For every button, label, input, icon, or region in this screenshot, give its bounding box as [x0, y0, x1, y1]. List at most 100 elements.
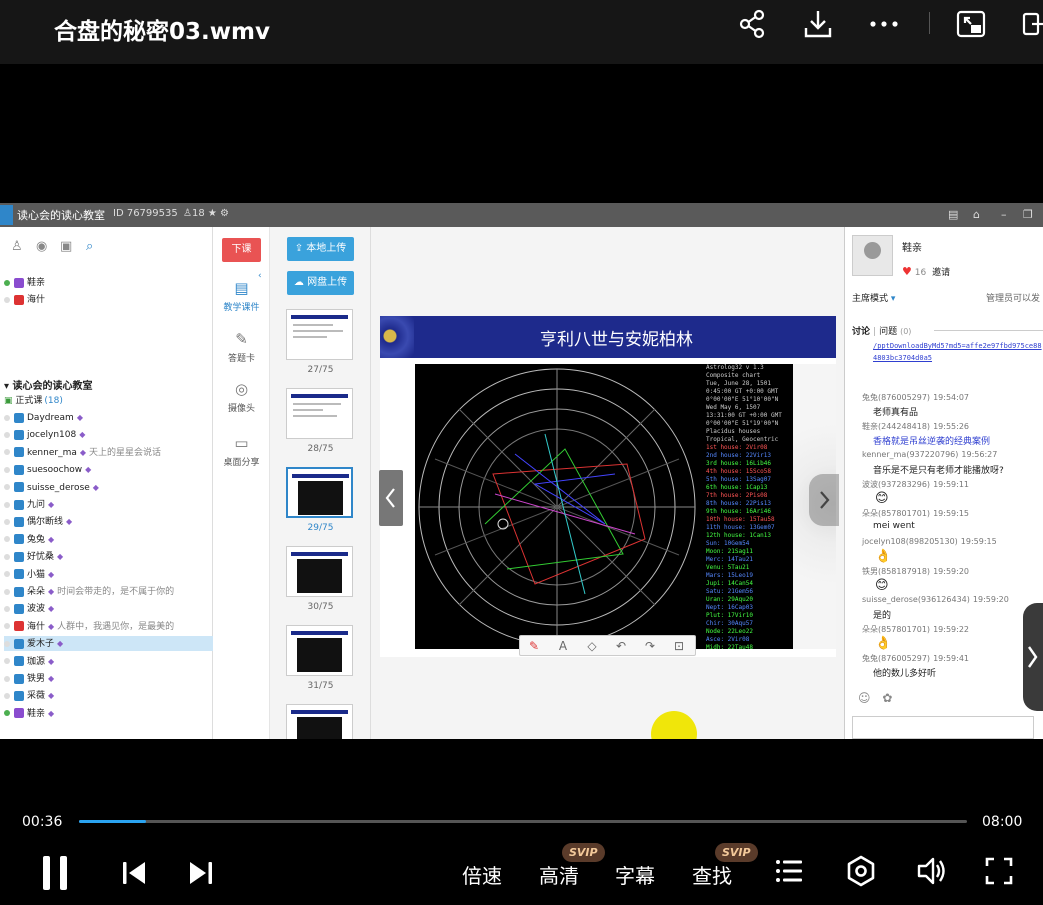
chat-sender[interactable]: 兔兔: [862, 654, 878, 663]
subtitle-button[interactable]: 字幕: [615, 860, 655, 889]
location-tab-icon[interactable]: ◉: [36, 239, 47, 254]
tab-discuss[interactable]: 讨论: [852, 327, 870, 337]
chat-sender[interactable]: 铁男: [862, 567, 878, 576]
previous-slide-button[interactable]: [379, 470, 403, 526]
member-row[interactable]: 好忧桑 ◆: [4, 549, 213, 564]
redo-icon[interactable]: ↷: [640, 638, 660, 654]
member-row[interactable]: suesoochow ◆: [4, 462, 213, 477]
group-header[interactable]: ▣ 正式课 (18): [4, 393, 63, 406]
heart-icon[interactable]: ♥: [902, 265, 912, 278]
settings-hexagon-icon: [847, 855, 875, 887]
courseware-tool[interactable]: ▤ 教学课件: [213, 279, 270, 313]
member-role-icon: [14, 499, 24, 510]
next-slide-button[interactable]: [809, 474, 839, 526]
slide-thumbnail[interactable]: [286, 388, 353, 439]
text-tool-icon[interactable]: A: [553, 638, 573, 654]
speed-button[interactable]: 倍速: [462, 860, 502, 889]
progress-bar[interactable]: [79, 820, 967, 823]
next-button[interactable]: [186, 858, 216, 888]
chat-sender[interactable]: jocelyn108: [862, 537, 906, 546]
notes-tab-icon[interactable]: ▣: [60, 239, 72, 254]
member-row[interactable]: 铁男 ◆: [4, 671, 213, 686]
window-restore-icon[interactable]: ❐: [1023, 208, 1033, 221]
member-row[interactable]: 海什 ◆ 人群中，我遇见你，是最美的: [4, 619, 213, 634]
window-minimize-icon[interactable]: –: [1001, 208, 1007, 221]
tab-question[interactable]: 问题: [879, 327, 897, 337]
more-button[interactable]: [866, 6, 902, 42]
chat-sender[interactable]: 朵朵: [862, 625, 878, 634]
answer-card-tool[interactable]: ✎ 答题卡: [213, 330, 270, 364]
member-row[interactable]: 兔兔 ◆: [4, 532, 213, 547]
chat-sender[interactable]: 波波: [862, 480, 878, 489]
member-row[interactable]: kenner_ma ◆ 天上的星星会说话: [4, 445, 213, 460]
chat-sender[interactable]: 朵朵: [862, 509, 878, 518]
invite-link[interactable]: 邀请: [932, 268, 950, 278]
room-tree-header[interactable]: ▾ 读心会的读心教室: [4, 377, 93, 392]
previous-button[interactable]: [119, 858, 149, 888]
collapse-chevron-icon[interactable]: ‹: [258, 271, 262, 281]
search-button[interactable]: 查找: [692, 860, 732, 889]
member-row[interactable]: suisse_derose ◆: [4, 480, 213, 495]
share-button[interactable]: [734, 6, 770, 42]
volume-button[interactable]: [915, 854, 949, 888]
slide-thumbnail-current[interactable]: [286, 467, 353, 518]
flower-icon[interactable]: ✿: [882, 691, 892, 705]
member-row[interactable]: 小猫 ◆: [4, 567, 213, 582]
pause-button[interactable]: [40, 853, 70, 893]
slide-thumbnail[interactable]: [286, 704, 353, 739]
local-upload-button[interactable]: ⇪ 本地上传: [287, 237, 354, 261]
room-tree-name: 读心会的读心教室: [12, 381, 93, 392]
chat-uid: (858187918): [878, 567, 931, 576]
online-user-row[interactable]: 海什: [4, 293, 213, 308]
slide-thumbnail[interactable]: [286, 625, 353, 676]
member-row[interactable]: 爱木子 ◆: [4, 636, 213, 652]
member-row[interactable]: 鞋亲 ◆: [4, 706, 213, 721]
member-row[interactable]: 偶尔断线 ◆: [4, 514, 213, 529]
chat-sender[interactable]: 兔兔: [862, 393, 878, 402]
member-row[interactable]: jocelyn108 ◆: [4, 427, 213, 442]
slide-thumbnail[interactable]: [286, 309, 353, 360]
emoji-icon[interactable]: ☺: [858, 691, 871, 705]
search-icon[interactable]: ⌕: [86, 239, 93, 254]
lock-icon[interactable]: ⊡: [669, 638, 689, 654]
top-bar-divider: [929, 12, 930, 34]
fullscreen-button[interactable]: [983, 855, 1015, 887]
settings-button[interactable]: [844, 854, 878, 888]
cloud-upload-button[interactable]: ☁ 网盘上传: [287, 271, 354, 295]
chat-sender[interactable]: suisse_derose: [862, 595, 918, 604]
window-menu-icon[interactable]: ▤: [948, 208, 958, 221]
members-tab-icon[interactable]: ♙: [11, 239, 23, 254]
picture-in-picture-button[interactable]: [953, 6, 989, 42]
eraser-icon[interactable]: ◇: [582, 638, 602, 654]
chat-sender[interactable]: kenner_ma: [862, 450, 906, 459]
member-row[interactable]: 朵朵 ◆ 时间会带走的，是不属于你的: [4, 584, 213, 599]
member-row[interactable]: 九问 ◆: [4, 497, 213, 512]
screen-share-tool[interactable]: ▭ 桌面分享: [213, 434, 270, 468]
slide-thumbnail[interactable]: [286, 546, 353, 597]
window-skin-icon[interactable]: ⌂: [973, 208, 980, 221]
quality-button[interactable]: 高清: [539, 860, 579, 889]
host-mode-dropdown[interactable]: 主席模式 ▾: [852, 291, 895, 304]
member-badge-icon: ◆: [48, 691, 55, 701]
member-name: 朵朵: [27, 587, 46, 597]
member-name: 鞋亲: [27, 708, 46, 719]
member-row[interactable]: 珈源 ◆: [4, 654, 213, 669]
offline-status-dot: [4, 414, 10, 421]
member-row[interactable]: Daydream ◆: [4, 410, 213, 425]
exit-button[interactable]: [1018, 6, 1043, 42]
online-user-row[interactable]: 鞋亲: [4, 276, 213, 291]
chat-input[interactable]: [852, 716, 1034, 739]
side-next-button[interactable]: [1023, 603, 1043, 711]
member-row[interactable]: 采薇 ◆: [4, 688, 213, 703]
member-row[interactable]: 波波 ◆: [4, 601, 213, 616]
chat-time: 19:59:20: [933, 567, 969, 576]
download-button[interactable]: [800, 6, 836, 42]
end-class-button[interactable]: 下课: [222, 238, 261, 262]
courseware-download-link[interactable]: /pptDownloadByMd5?md5=affe2e97fbd975ce88…: [873, 340, 1043, 364]
camera-tool[interactable]: ◎ 摄像头: [213, 380, 270, 414]
undo-icon[interactable]: ↶: [611, 638, 631, 654]
chat-sender[interactable]: 鞋亲: [862, 422, 878, 431]
teacher-avatar[interactable]: [852, 235, 893, 276]
playlist-button[interactable]: [773, 855, 805, 887]
brush-icon[interactable]: ✎: [524, 638, 544, 654]
